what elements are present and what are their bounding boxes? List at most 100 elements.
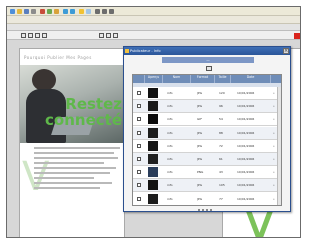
row-checkbox[interactable] — [137, 183, 141, 188]
row-format: JPG — [197, 104, 203, 109]
row-size: 96 — [219, 104, 223, 109]
image-thumbnail — [148, 140, 158, 151]
open-icon[interactable] — [17, 9, 22, 14]
headline-restez: Restez — [65, 95, 122, 113]
image-thumbnail — [148, 154, 158, 164]
resize-grip[interactable] — [198, 207, 218, 211]
dialog-title: Publicateur - Info — [124, 47, 290, 55]
row-date: 10/01/2006 — [237, 170, 255, 175]
row-name: info — [167, 183, 173, 188]
headline-connecte: connecté — [45, 111, 122, 129]
row-format: JPG — [197, 130, 203, 135]
settings-icon[interactable] — [79, 9, 84, 14]
column-header[interactable]: Aperçu — [145, 75, 163, 83]
row-checkbox[interactable] — [137, 130, 141, 135]
row-checkbox[interactable] — [137, 91, 141, 95]
table-row[interactable]: info JPG 77 10/01/2006 • — [133, 193, 281, 205]
row-name: info — [167, 170, 173, 175]
image-thumbnail — [148, 88, 158, 98]
row-format: JPG — [197, 157, 203, 161]
row-name: info — [167, 130, 173, 135]
column-header[interactable]: Format — [191, 75, 215, 83]
refresh-icon[interactable] — [206, 66, 212, 71]
row-name: info — [167, 104, 173, 109]
align-button-2[interactable] — [106, 33, 111, 38]
hero-photo: Restez connecté — [20, 65, 126, 143]
view-button-2[interactable] — [28, 33, 33, 38]
view-button-1[interactable] — [21, 33, 26, 38]
undo-icon[interactable] — [63, 9, 68, 14]
row-format: PNG — [197, 170, 204, 175]
row-date: 10/01/2006 — [237, 117, 255, 122]
document-page: Pourquoi Publier Mes Pages Restez connec… — [19, 48, 126, 237]
image-thumbnail — [148, 114, 158, 125]
table-row[interactable]: info JPG 105 10/01/2006 • — [133, 179, 281, 193]
row-format: GIF — [197, 117, 202, 122]
row-checkbox[interactable] — [137, 196, 141, 201]
align-button-3[interactable] — [113, 33, 118, 38]
row-checkbox[interactable] — [137, 170, 141, 175]
table-row[interactable]: info GIF 54 10/01/2006 • — [133, 113, 281, 127]
image-thumbnail — [148, 101, 158, 112]
app-icon — [125, 49, 129, 53]
column-header[interactable]: Date — [231, 75, 271, 83]
image-thumbnail — [148, 193, 158, 204]
table-row[interactable]: info JPG 120 10/01/2006 • — [133, 87, 281, 100]
row-size: 61 — [219, 157, 223, 161]
application-window: Pourquoi Publier Mes Pages Restez connec… — [6, 6, 301, 238]
paste-icon[interactable] — [54, 9, 59, 14]
image-thumbnail — [148, 180, 158, 191]
body-text-block — [34, 147, 120, 192]
table-row[interactable]: info JPG 96 10/01/2006 • — [133, 100, 281, 114]
print-icon[interactable] — [31, 9, 36, 14]
table-row[interactable]: info JPG 88 10/01/2006 • — [133, 126, 281, 140]
dialog-close-button[interactable]: × — [283, 48, 289, 54]
dialog-tab[interactable]: — — [162, 57, 254, 63]
row-checkbox[interactable] — [137, 143, 141, 148]
grid-icon[interactable] — [102, 9, 107, 14]
row-checkbox[interactable] — [137, 104, 141, 109]
table-scrollbar[interactable] — [277, 87, 281, 205]
row-date: 10/01/2006 — [237, 196, 255, 201]
table-row[interactable]: info PNG 43 10/01/2006 • — [133, 166, 281, 180]
row-size: 43 — [219, 170, 223, 175]
row-size: 120 — [219, 91, 225, 95]
redo-icon[interactable] — [70, 9, 75, 14]
cut-icon[interactable] — [40, 9, 45, 14]
table-header: Aperçu Nom Format Taille Date — [133, 75, 281, 83]
row-size: 54 — [219, 117, 223, 122]
table-row[interactable]: info JPG 61 10/01/2006 • — [133, 153, 281, 166]
row-checkbox[interactable] — [137, 117, 141, 122]
help-icon[interactable] — [86, 9, 91, 14]
row-format: JPG — [197, 183, 203, 188]
column-header[interactable]: Taille — [215, 75, 231, 83]
page-header-text: Pourquoi Publier Mes Pages — [24, 55, 92, 60]
layout-icon[interactable] — [109, 9, 114, 14]
page-toolbar — [7, 31, 300, 40]
image-thumbnail — [148, 127, 158, 138]
save-icon[interactable] — [24, 9, 29, 14]
row-date: 10/01/2006 — [237, 183, 255, 188]
row-size: 105 — [219, 183, 225, 188]
table-row[interactable]: info JPG 72 10/01/2006 • — [133, 140, 281, 153]
row-format: JPG — [197, 196, 203, 201]
row-checkbox[interactable] — [137, 157, 141, 161]
column-header[interactable] — [271, 75, 281, 83]
person-head — [32, 69, 56, 91]
column-header[interactable] — [133, 75, 145, 83]
new-file-icon[interactable] — [10, 9, 15, 14]
row-date: 10/01/2006 — [237, 104, 255, 109]
copy-icon[interactable] — [47, 9, 52, 14]
close-document-button[interactable] — [294, 33, 300, 39]
row-size: 88 — [219, 130, 223, 135]
view-button-3[interactable] — [35, 33, 40, 38]
ruler-toolbar — [7, 24, 300, 31]
row-size: 72 — [219, 143, 223, 148]
align-button-1[interactable] — [99, 33, 104, 38]
row-name: info — [167, 157, 173, 161]
view-button-4[interactable] — [42, 33, 47, 38]
table-icon[interactable] — [95, 9, 100, 14]
format-toolbar — [7, 16, 300, 24]
row-name: info — [167, 143, 173, 148]
column-header[interactable]: Nom — [163, 75, 191, 83]
